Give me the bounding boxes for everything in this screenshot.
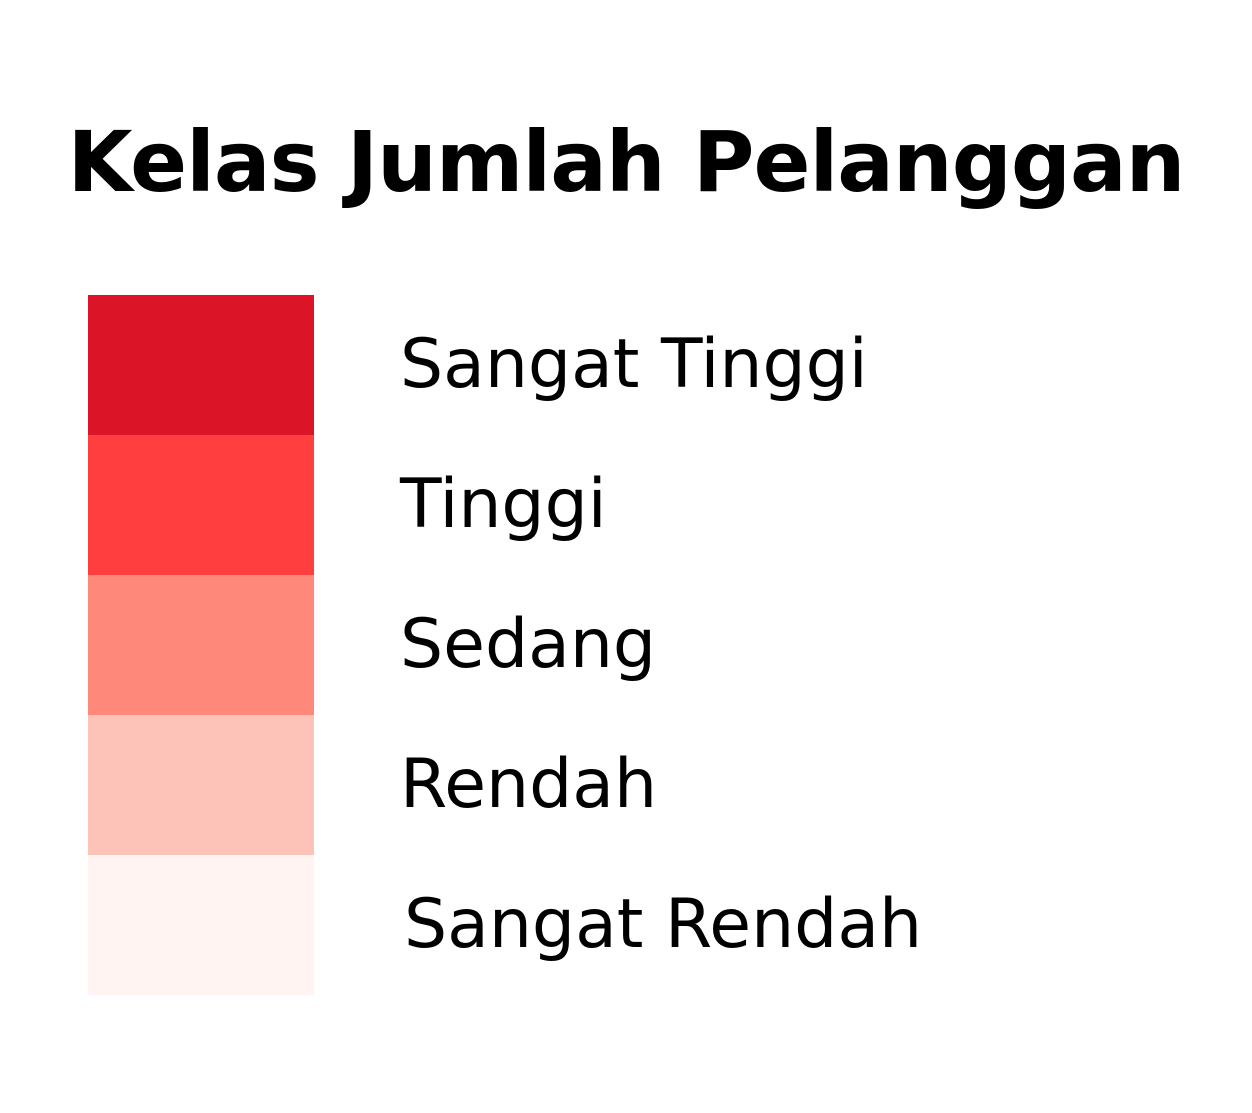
legend-item-tinggi: Tinggi: [88, 435, 1088, 575]
legend-item-sedang: Sedang: [88, 575, 1088, 715]
legend-label: Sedang: [400, 605, 657, 684]
color-swatch: [88, 575, 314, 715]
color-swatch: [88, 435, 314, 575]
legend-item-sangat-tinggi: Sangat Tinggi: [88, 295, 1088, 435]
color-swatch: [88, 715, 314, 855]
legend-label: Sangat Tinggi: [400, 325, 868, 404]
legend-item-sangat-rendah: Sangat Rendah: [88, 855, 1088, 995]
legend-item-rendah: Rendah: [88, 715, 1088, 855]
legend-label: Tinggi: [400, 465, 607, 544]
color-swatch: [88, 855, 314, 995]
color-swatch: [88, 295, 314, 435]
legend-list: Sangat Tinggi Tinggi Sedang Rendah Sanga…: [88, 295, 1088, 995]
legend-label: Rendah: [400, 745, 658, 824]
legend-label: Sangat Rendah: [404, 885, 923, 964]
legend-title: Kelas Jumlah Pelanggan: [67, 113, 1186, 211]
